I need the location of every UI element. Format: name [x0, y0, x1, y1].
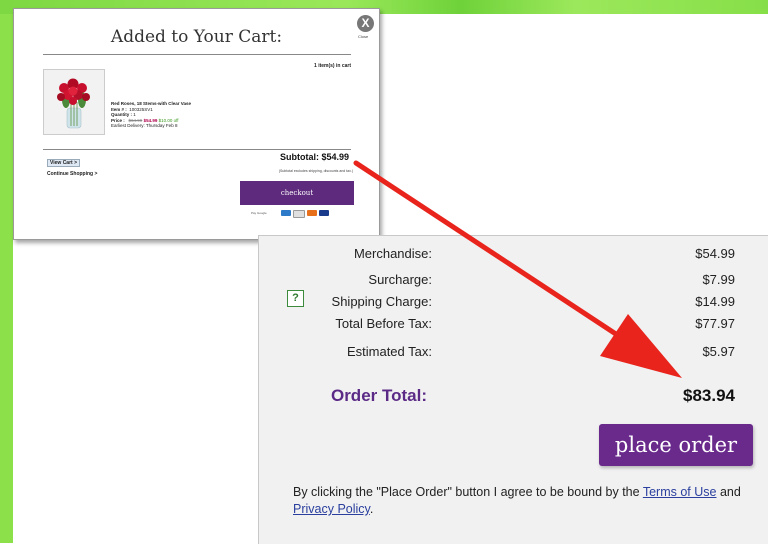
- divider: [43, 149, 351, 150]
- item-number: 100325SV1: [129, 106, 153, 112]
- delivery-date: Earliest Delivery: Thursday Feb 8: [111, 123, 178, 128]
- roses-image: [44, 70, 104, 134]
- payment-icons: [281, 210, 329, 218]
- summary-row-surcharge: Surcharge: $7.99: [259, 272, 768, 290]
- legal-text: and: [716, 485, 741, 499]
- summary-row-merchandise: Merchandise: $54.99: [259, 246, 768, 264]
- privacy-policy-link[interactable]: Privacy Policy: [293, 502, 370, 516]
- place-order-button[interactable]: place order: [599, 424, 753, 466]
- legal-text: By clicking the "Place Order" button I a…: [293, 485, 643, 499]
- close-label: Close: [358, 34, 369, 39]
- view-cart-button[interactable]: View Cart >: [47, 159, 81, 167]
- terms-of-use-link[interactable]: Terms of Use: [643, 485, 717, 499]
- order-total-row: Order Total: $83.94: [259, 386, 768, 408]
- mastercard-icon: [307, 210, 317, 216]
- frame-left-edge: [0, 0, 13, 543]
- summary-row-shipping: Shipping Charge: $14.99: [259, 294, 768, 312]
- sale-price: $54.99: [143, 117, 158, 123]
- divider: [43, 54, 351, 55]
- subtotal: Subtotal: $54.99: [279, 152, 349, 162]
- product-image: [43, 69, 105, 135]
- summary-value: $14.99: [695, 294, 735, 309]
- summary-label: Estimated Tax:: [346, 344, 432, 359]
- popup-title: Added to Your Cart:: [110, 27, 283, 47]
- summary-row-estimated-tax: Estimated Tax: $5.97: [259, 344, 768, 362]
- added-to-cart-popup: Added to Your Cart: X Close 1 item(s) in…: [13, 8, 380, 240]
- amex-icon: [281, 210, 291, 216]
- order-total-label: Order Total:: [330, 386, 427, 405]
- visa-icon: [319, 210, 329, 216]
- items-count: 1 item(s) in cart: [314, 63, 351, 69]
- item-number-label: Item # :: [111, 106, 127, 112]
- subtotal-note: (Subtotal excludes shipping, discounts a…: [278, 169, 353, 173]
- order-summary-panel: Merchandise: $54.99 Surcharge: $7.99 ? S…: [258, 235, 768, 544]
- price-label: Price :: [111, 117, 125, 123]
- legal-text: .: [369, 502, 374, 516]
- quantity-value: 1: [133, 112, 136, 117]
- summary-label: Total Before Tax:: [335, 316, 432, 331]
- quantity-label: Quantity :: [111, 112, 132, 117]
- close-icon[interactable]: X: [357, 15, 374, 32]
- summary-value: $77.97: [695, 316, 735, 331]
- continue-shopping-link[interactable]: Continue Shopping >: [47, 171, 97, 177]
- original-price: $64.99: [128, 117, 143, 123]
- summary-value: $5.97: [702, 344, 735, 359]
- summary-row-total-before-tax: Total Before Tax: $77.97: [259, 316, 768, 334]
- google-pay-label: Pay Google: [251, 211, 267, 215]
- summary-label: Surcharge:: [368, 272, 432, 287]
- summary-label: Merchandise:: [353, 246, 432, 261]
- discount-amount: $10.00 off: [158, 117, 179, 123]
- product-details: Red Roses, 18 Stems-with Clear Vase Item…: [111, 101, 191, 129]
- summary-label: Shipping Charge:: [331, 294, 432, 309]
- order-total-value: $83.94: [683, 386, 735, 405]
- summary-value: $7.99: [702, 272, 735, 287]
- summary-value: $54.99: [695, 246, 735, 261]
- legal-notice: By clicking the "Place Order" button I a…: [293, 484, 753, 518]
- checkout-button[interactable]: checkout: [240, 181, 354, 205]
- discover-icon: [293, 210, 305, 218]
